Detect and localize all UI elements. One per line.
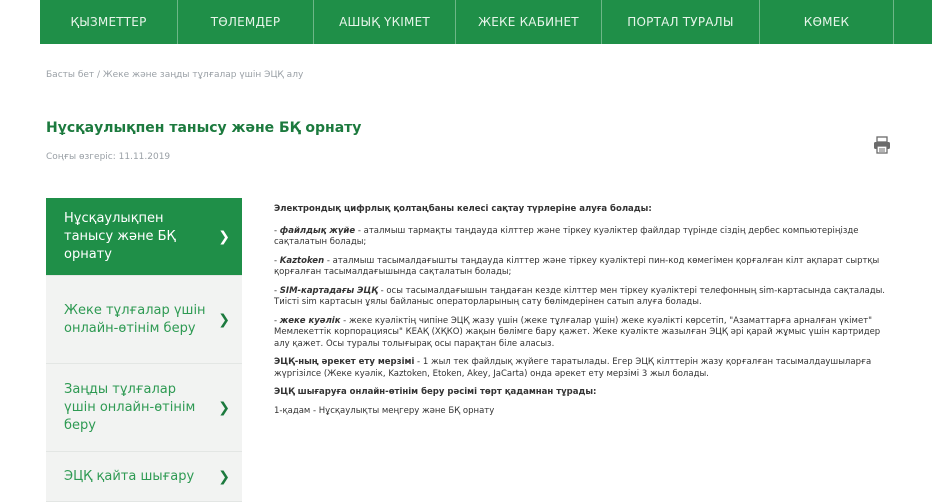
sidebar-navigation: Нұсқаулықпен танысу және БҚ орнату ❯ Жек… <box>46 198 242 502</box>
sidebar-item-label: Заңды тұлғалар үшін онлайн-өтінім беру <box>64 381 196 433</box>
last-updated-text: Соңғы өзгеріс: 11.11.2019 <box>46 152 171 162</box>
content-paragraph: - Kaztoken - аталмыш тасымалдағышты таңд… <box>274 255 880 278</box>
printer-icon[interactable] <box>872 136 892 154</box>
chevron-right-icon: ❯ <box>218 399 230 416</box>
content-paragraph: 1-қадам - Нұсқаулықты меңгеру және БҚ ор… <box>274 405 495 416</box>
term: файлдық жүйе <box>279 225 356 236</box>
sidebar-item-label: ЭЦҚ қайта шығару <box>64 468 195 484</box>
content-paragraph: ЭЦҚ шығаруға онлайн-өтінім беру рәсімі т… <box>274 387 597 397</box>
sidebar-item-individuals-application[interactable]: Жеке тұлғалар үшін онлайн-өтінім беру ❯ <box>46 276 242 364</box>
nav-item-help[interactable]: КӨМЕК <box>760 0 894 44</box>
chevron-right-icon: ❯ <box>218 311 230 328</box>
chevron-right-icon: ❯ <box>218 468 230 485</box>
chevron-right-icon: ❯ <box>218 228 230 245</box>
top-navigation: ҚЫЗМЕТТЕР ТӨЛЕМДЕР АШЫҚ ҮКІМЕТ ЖЕКЕ КАБИ… <box>40 0 932 44</box>
content-paragraph: ЭЦҚ-ның әрекет ету мерзімі - 1 жыл тек ф… <box>274 357 898 380</box>
content-paragraph: - жеке куәлік - жеке куәліктің чипіне ЭЦ… <box>274 315 881 349</box>
term: Kaztoken <box>279 255 325 266</box>
paragraph-text: - аталмыш тасымалдағышты таңдауда кілтте… <box>274 255 880 278</box>
sidebar-item-instruction[interactable]: Нұсқаулықпен танысу және БҚ орнату ❯ <box>46 198 242 276</box>
nav-item-personal-cabinet[interactable]: ЖЕКЕ КАБИНЕТ <box>456 0 602 44</box>
nav-item-services[interactable]: ҚЫЗМЕТТЕР <box>40 0 178 44</box>
nav-item-open-government[interactable]: АШЫҚ ҮКІМЕТ <box>314 0 456 44</box>
sidebar-item-label: Жеке тұлғалар үшін онлайн-өтінім беру <box>64 302 206 336</box>
content-paragraph: - SIM-картадағы ЭЦҚ - осы тасымалдағышын… <box>274 285 886 308</box>
breadcrumb[interactable]: Басты бет / Жеке және заңды тұлғалар үші… <box>46 70 303 80</box>
sidebar-item-reissue-eds[interactable]: ЭЦҚ қайта шығару ❯ <box>46 452 242 502</box>
sidebar-item-legal-entities-application[interactable]: Заңды тұлғалар үшін онлайн-өтінім беру ❯ <box>46 364 242 452</box>
content-paragraph: - файлдық жүйе - аталмыш тармақты таңдау… <box>274 225 859 248</box>
term: SIM-картадағы ЭЦҚ <box>279 285 378 296</box>
paragraph-text: - жеке куәліктің чипіне ЭЦҚ жазу үшін (ж… <box>274 315 881 349</box>
page-title: Нұсқаулықпен танысу және БҚ орнату <box>46 120 362 136</box>
paragraph-text: - аталмыш тармақты таңдауда кілттер және… <box>274 225 859 248</box>
sidebar-item-label: Нұсқаулықпен танысу және БҚ орнату <box>64 210 176 262</box>
nav-item-payments[interactable]: ТӨЛЕМДЕР <box>178 0 314 44</box>
article-content: Электрондық цифрлық қолтаңбаны келесі са… <box>274 204 898 424</box>
content-intro: Электрондық цифрлық қолтаңбаны келесі са… <box>274 204 652 214</box>
term: жеке куәлік <box>279 315 341 326</box>
nav-item-about-portal[interactable]: ПОРТАЛ ТУРАЛЫ <box>602 0 760 44</box>
term: ЭЦҚ-ның әрекет ету мерзімі <box>274 357 415 367</box>
